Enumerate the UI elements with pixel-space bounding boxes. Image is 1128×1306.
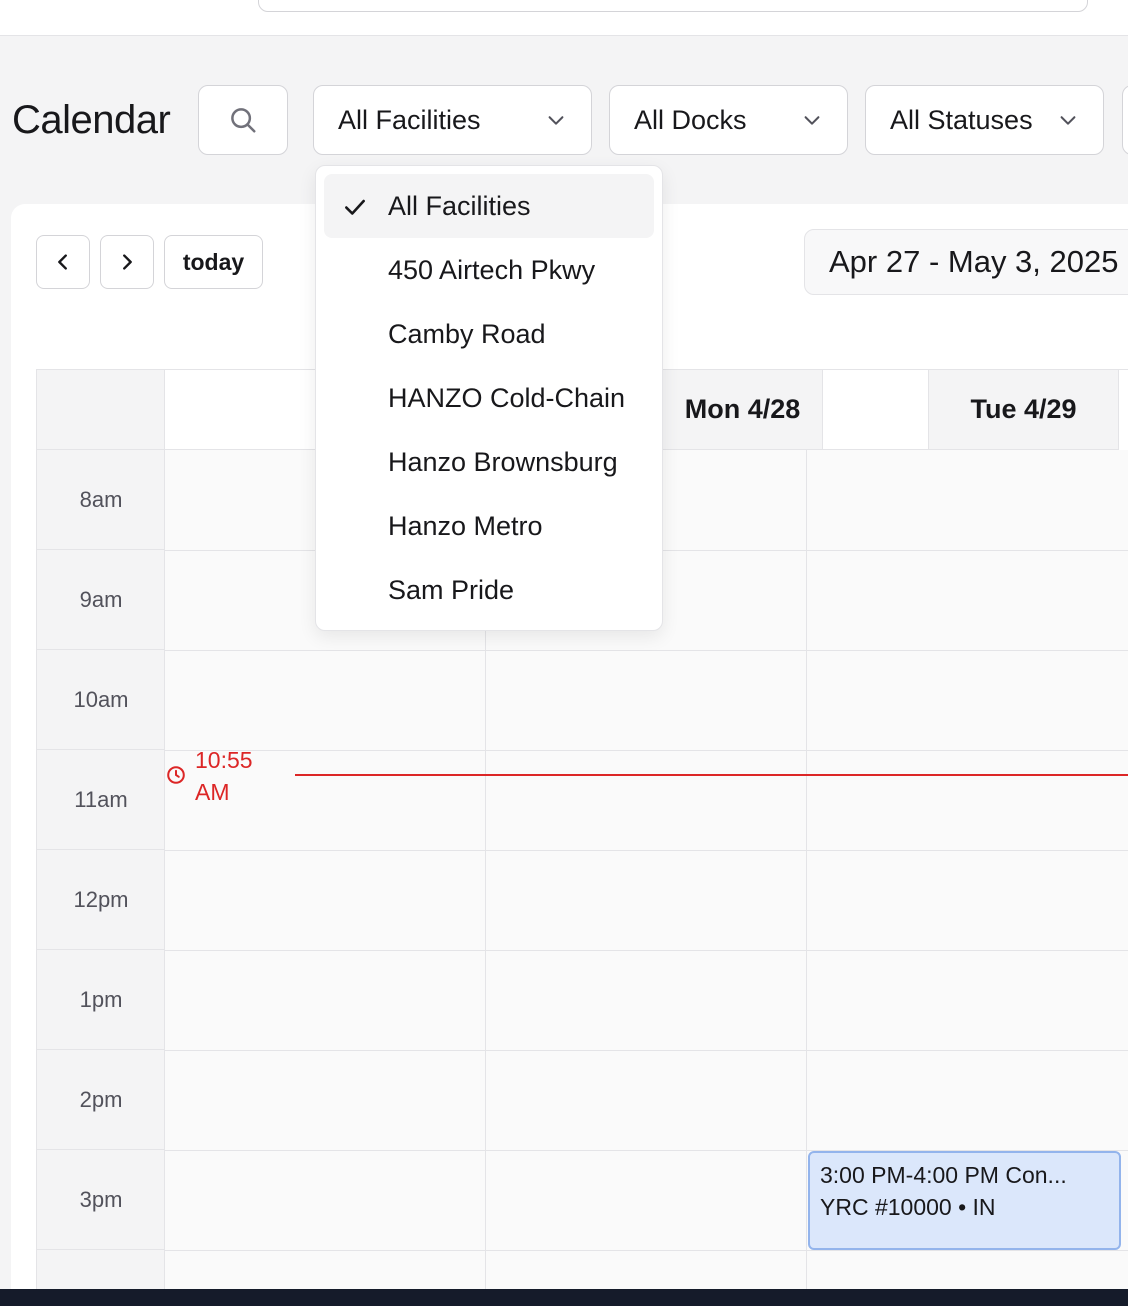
top-bar (0, 0, 1128, 36)
hour-line (165, 1250, 1128, 1251)
facility-select-value: All Facilities (338, 104, 481, 135)
time-label: 9am (37, 550, 165, 650)
dock-select-value: All Docks (634, 104, 747, 135)
facility-option[interactable]: Hanzo Metro (324, 494, 654, 558)
facility-dropdown-menu: All Facilities 450 Airtech Pkwy Camby Ro… (315, 165, 663, 631)
hour-line (165, 950, 1128, 951)
hour-line (165, 850, 1128, 851)
day-header-spacer (823, 370, 929, 450)
header-gutter (37, 370, 165, 450)
hour-line (165, 650, 1128, 651)
current-time-label: 10:55 AM (195, 744, 275, 808)
chevron-down-icon (801, 109, 823, 131)
facility-option[interactable]: Hanzo Brownsburg (324, 430, 654, 494)
time-label: 1pm (37, 950, 165, 1050)
facility-option[interactable]: Camby Road (324, 302, 654, 366)
next-week-button[interactable] (100, 235, 154, 289)
facility-option-label: All Facilities (388, 190, 531, 221)
chevron-down-icon (1057, 109, 1079, 131)
facility-option[interactable]: All Facilities (324, 174, 654, 238)
facility-option-label: 450 Airtech Pkwy (388, 254, 596, 285)
time-gutter: 8am 9am 10am 11am 12pm 1pm 2pm 3pm (37, 450, 165, 1306)
previous-week-button[interactable] (36, 235, 90, 289)
bottom-bar (0, 1289, 1128, 1306)
search-button[interactable] (198, 85, 288, 155)
chevron-left-icon (58, 254, 67, 270)
global-search-input[interactable] (258, 0, 1088, 12)
facility-option-label: Sam Pride (388, 574, 515, 605)
facility-option[interactable]: 450 Airtech Pkwy (324, 238, 654, 302)
hour-line (165, 1050, 1128, 1051)
current-time-ampm: AM (195, 779, 230, 805)
facility-option[interactable]: HANZO Cold-Chain (324, 366, 654, 430)
today-button[interactable]: today (164, 235, 263, 289)
dock-select[interactable]: All Docks (609, 85, 848, 155)
time-label: 10am (37, 650, 165, 750)
facility-option-label: Camby Road (388, 318, 546, 349)
facility-select[interactable]: All Facilities (313, 85, 592, 155)
appointment-event[interactable]: 3:00 PM-4:00 PM Con... YRC #10000 • IN (808, 1151, 1121, 1250)
facility-option-label: Hanzo Brownsburg (388, 446, 618, 477)
status-select-value: All Statuses (890, 104, 1033, 135)
page-title: Calendar (12, 98, 171, 142)
time-label: 3pm (37, 1150, 165, 1250)
time-label: 8am (37, 450, 165, 550)
time-label: 2pm (37, 1050, 165, 1150)
more-filter-select[interactable] (1122, 85, 1128, 155)
time-label: 11am (37, 750, 165, 850)
hour-line (165, 750, 1128, 751)
facility-option-label: HANZO Cold-Chain (388, 382, 626, 413)
current-time-hm: 10:55 (195, 747, 253, 773)
date-range-display[interactable]: Apr 27 - May 3, 2025 (804, 229, 1128, 295)
facility-option-label: Hanzo Metro (388, 510, 543, 541)
day-header-mon: Mon 4/28 (663, 370, 823, 450)
day-header-tue: Tue 4/29 (929, 370, 1119, 450)
checkmark-icon (345, 199, 365, 215)
facility-option[interactable]: Sam Pride (324, 558, 654, 622)
chevron-down-icon (545, 109, 567, 131)
clock-icon (167, 766, 185, 784)
event-title: 3:00 PM-4:00 PM Con... (820, 1162, 1067, 1188)
status-select[interactable]: All Statuses (865, 85, 1104, 155)
search-icon (231, 108, 256, 133)
current-time-line (295, 774, 1128, 776)
chevron-right-icon (123, 254, 132, 270)
time-label: 12pm (37, 850, 165, 950)
event-subtitle: YRC #10000 • IN (820, 1194, 996, 1220)
